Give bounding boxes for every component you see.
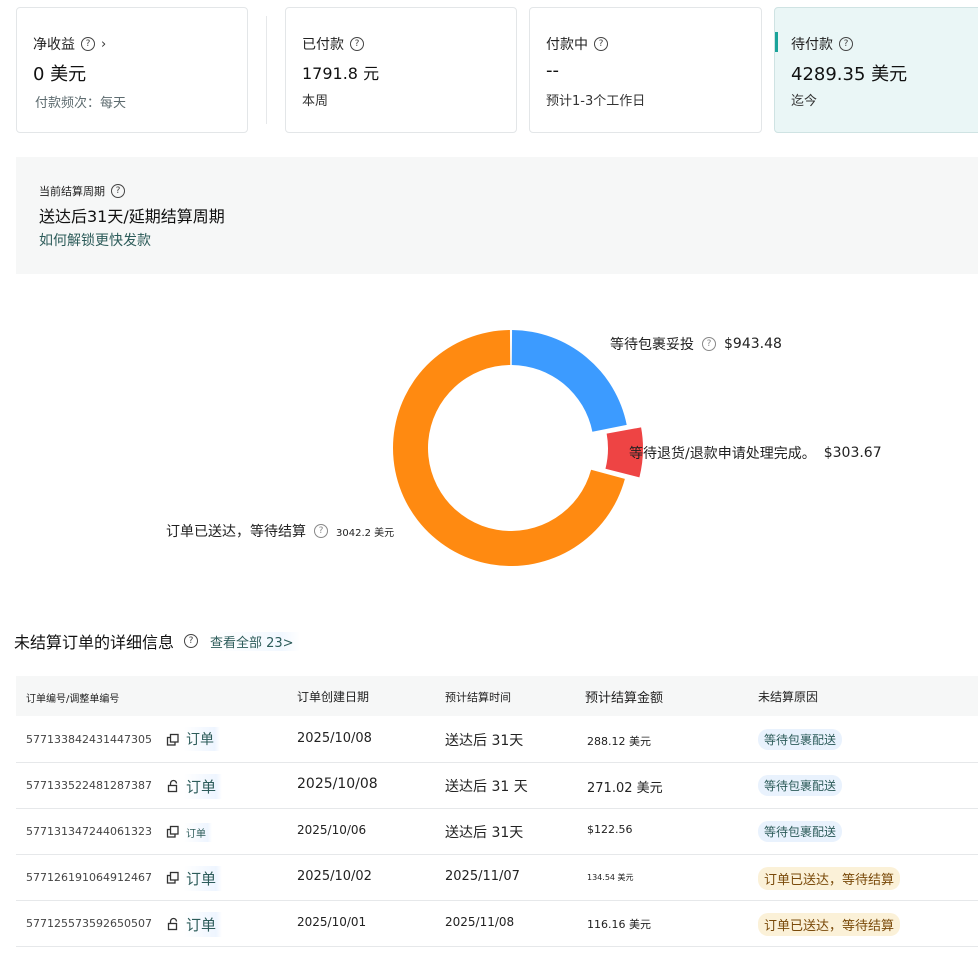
status-badge: 订单已送达，等待结算 <box>758 867 901 890</box>
order-id: 577131347244061323 <box>26 825 152 838</box>
settle-time: 2025/11/08 <box>445 915 515 929</box>
unlock-faster-payout-link[interactable]: 如何解锁更快发款 <box>39 230 151 250</box>
order-date: 2025/10/08 <box>297 731 372 746</box>
help-icon[interactable]: ? <box>702 337 716 351</box>
card-processing[interactable]: 付款中 ? -- 预计1-3个工作日 <box>529 7 762 133</box>
slice-label-awaiting-delivery: 等待包裹妥投 ? $943.48 <box>610 336 782 353</box>
help-icon[interactable]: ? <box>184 634 199 648</box>
lock-icon[interactable] <box>166 917 180 931</box>
card-label: 净收益 ? › <box>33 36 107 54</box>
payment-frequency: 付款频次：每天 <box>35 96 127 111</box>
table-row: 577133522481287387 订单 2025/10/08 送达后 31 … <box>16 763 978 809</box>
card-label: 付款中 <box>546 37 588 53</box>
card-pending[interactable]: 待付款 ? 4289.35 美元 迄今 <box>774 7 978 133</box>
card-value: 4289.35 美元 <box>791 64 908 85</box>
slice-label-awaiting-return: 等待退货/退款申请处理完成。 $303.67 <box>629 445 882 462</box>
order-id: 577133522481287387 <box>26 779 152 792</box>
card-paid[interactable]: 已付款 ? 1791.8 元 本周 <box>285 7 517 133</box>
settle-time: 2025/11/07 <box>445 869 520 884</box>
status-badge: 等待包裹配送 <box>758 821 843 842</box>
help-icon[interactable]: ? <box>314 524 328 538</box>
lock-icon[interactable] <box>166 779 180 793</box>
table-header: 订单编号/调整单编号 订单创建日期 预计结算时间 预计结算金额 未结算原因 <box>16 676 978 716</box>
help-icon[interactable]: ? <box>111 184 125 198</box>
cycle-value: 送达后31天/延期结算周期 <box>39 207 225 226</box>
card-label: 已付款 <box>302 37 344 53</box>
column-header: 预计结算金额 <box>585 691 664 706</box>
copy-icon[interactable] <box>166 825 180 839</box>
column-header: 订单编号/调整单编号 <box>26 694 120 705</box>
card-sub: 预计1-3个工作日 <box>546 94 646 109</box>
help-icon[interactable]: ? <box>839 37 853 51</box>
copy-icon[interactable] <box>166 733 180 747</box>
status-badge: 等待包裹配送 <box>758 775 843 796</box>
order-link[interactable]: 订单 <box>184 727 220 751</box>
settle-amount: 116.16 美元 <box>587 918 651 931</box>
order-id: 577133842431447305 <box>26 733 152 746</box>
settle-amount: 288.12 美元 <box>587 735 651 748</box>
chevron-right-icon[interactable]: › <box>101 37 106 52</box>
table-row: 577126191064912467 订单 2025/10/02 2025/11… <box>16 855 978 901</box>
order-link[interactable]: 订单 <box>184 823 212 842</box>
settle-amount: 271.02 美元 <box>587 781 663 796</box>
status-badge: 订单已送达，等待结算 <box>758 913 901 936</box>
divider <box>266 16 267 124</box>
help-icon[interactable]: ? <box>594 37 608 51</box>
help-icon[interactable]: ? <box>81 37 95 51</box>
slice-label-delivered-awaiting-settlement: 订单已送达，等待结算 ? 3042.2 美元 <box>166 524 395 540</box>
card-net-income[interactable]: 净收益 ? › 0 美元 付款频次：每天 <box>16 7 248 133</box>
settle-time: 送达后 31天 <box>445 733 524 749</box>
section-title: 未结算订单的详细信息 <box>14 633 175 652</box>
card-sub: 迄今 <box>791 94 818 109</box>
table-row: 577131347244061323 订单 2025/10/06 送达后 31天… <box>16 809 978 855</box>
table-row: 577125573592650507 订单 2025/10/01 2025/11… <box>16 901 978 947</box>
card-value: 1791.8 元 <box>302 64 380 83</box>
settle-time: 送达后 31天 <box>445 825 524 841</box>
table-row: 577133842431447305 订单 2025/10/08 送达后 31天… <box>16 717 978 763</box>
order-link[interactable]: 订单 <box>184 774 223 799</box>
copy-icon[interactable] <box>166 871 180 885</box>
status-badge: 等待包裹配送 <box>758 729 843 750</box>
column-header: 预计结算时间 <box>445 691 511 704</box>
card-sub: 本周 <box>302 94 329 109</box>
settle-time: 送达后 31 天 <box>445 779 528 795</box>
column-header: 未结算原因 <box>758 690 819 704</box>
settle-amount: 134.54 美元 <box>587 873 634 882</box>
card-label: 待付款 <box>791 37 833 53</box>
order-date: 2025/10/08 <box>297 776 378 792</box>
card-value: -- <box>546 60 559 81</box>
active-indicator <box>775 32 778 52</box>
order-link[interactable]: 订单 <box>184 912 223 937</box>
card-value: 0 美元 <box>33 64 87 85</box>
cycle-label: 当前结算周期 <box>39 185 105 198</box>
help-icon[interactable]: ? <box>350 37 364 51</box>
order-date: 2025/10/02 <box>297 869 372 884</box>
view-all-link[interactable]: 查看全部 23> <box>210 632 300 651</box>
pending-breakdown-donut <box>392 330 643 566</box>
settlement-cycle-panel: 当前结算周期 ? 送达后31天/延期结算周期 如何解锁更快发款 <box>16 157 978 274</box>
order-date: 2025/10/01 <box>297 915 367 929</box>
settle-amount: $122.56 <box>587 823 633 836</box>
order-id: 577126191064912467 <box>26 871 152 884</box>
order-link[interactable]: 订单 <box>184 866 223 891</box>
order-date: 2025/10/06 <box>297 823 367 837</box>
order-id: 577125573592650507 <box>26 917 152 930</box>
column-header: 订单创建日期 <box>297 690 370 704</box>
